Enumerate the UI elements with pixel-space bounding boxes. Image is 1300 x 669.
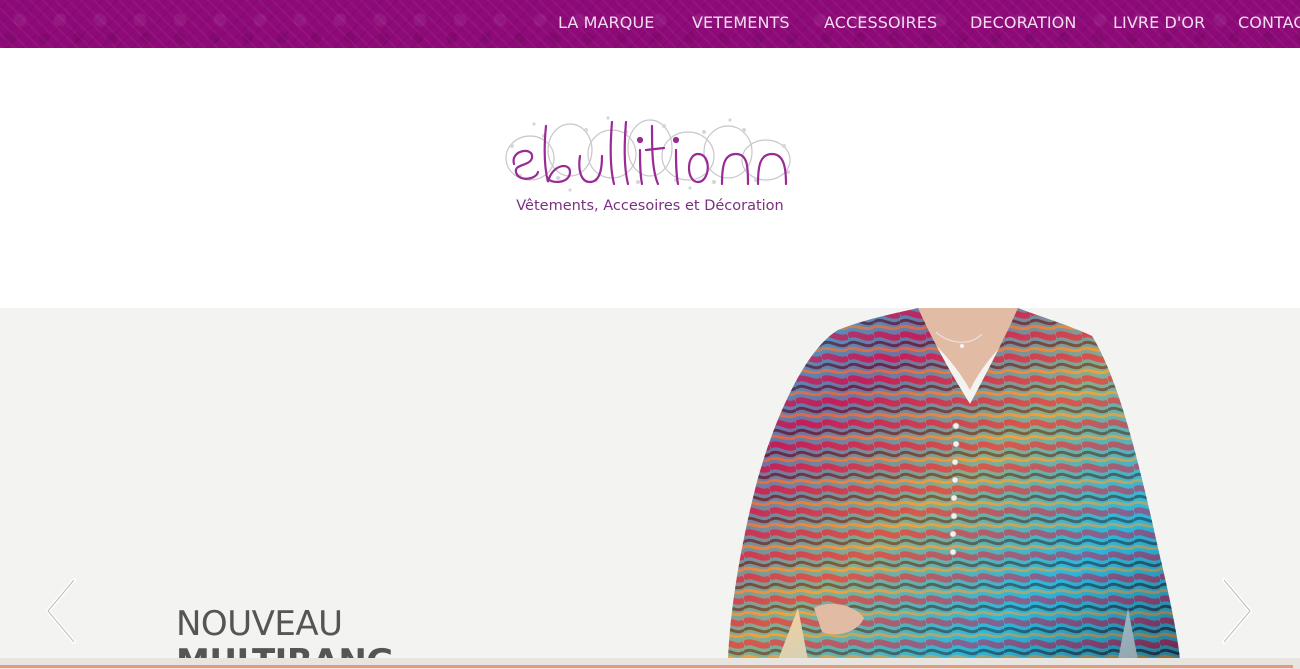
top-navigation-bar: LA MARQUE VETEMENTS ACCESSOIRES DECORATI… bbox=[0, 0, 1300, 48]
brand-tagline: Vêtements, Accesoires et Décoration bbox=[516, 198, 784, 214]
nav-item-contact[interactable]: CONTACT bbox=[1238, 0, 1300, 46]
hero-slider: NOUVEAU MULTIRANG bbox=[0, 308, 1300, 669]
nav-item-vetements[interactable]: VETEMENTS bbox=[692, 0, 790, 46]
chevron-right-icon[interactable] bbox=[1218, 576, 1258, 646]
slide-product-image bbox=[728, 308, 1180, 660]
accent-divider bbox=[0, 665, 1293, 668]
slide-caption-title: NOUVEAU bbox=[176, 604, 343, 644]
chevron-left-icon[interactable] bbox=[40, 576, 80, 646]
nav-item-la-marque[interactable]: LA MARQUE bbox=[558, 0, 655, 46]
nav-item-decoration[interactable]: DECORATION bbox=[970, 0, 1076, 46]
ebullition-logo[interactable] bbox=[500, 106, 796, 196]
nav-item-livre-dor[interactable]: LIVRE D'OR bbox=[1113, 0, 1205, 46]
nav-item-accessoires[interactable]: ACCESSOIRES bbox=[824, 0, 937, 46]
header-logo-area: Vêtements, Accesoires et Décoration bbox=[0, 48, 1300, 308]
